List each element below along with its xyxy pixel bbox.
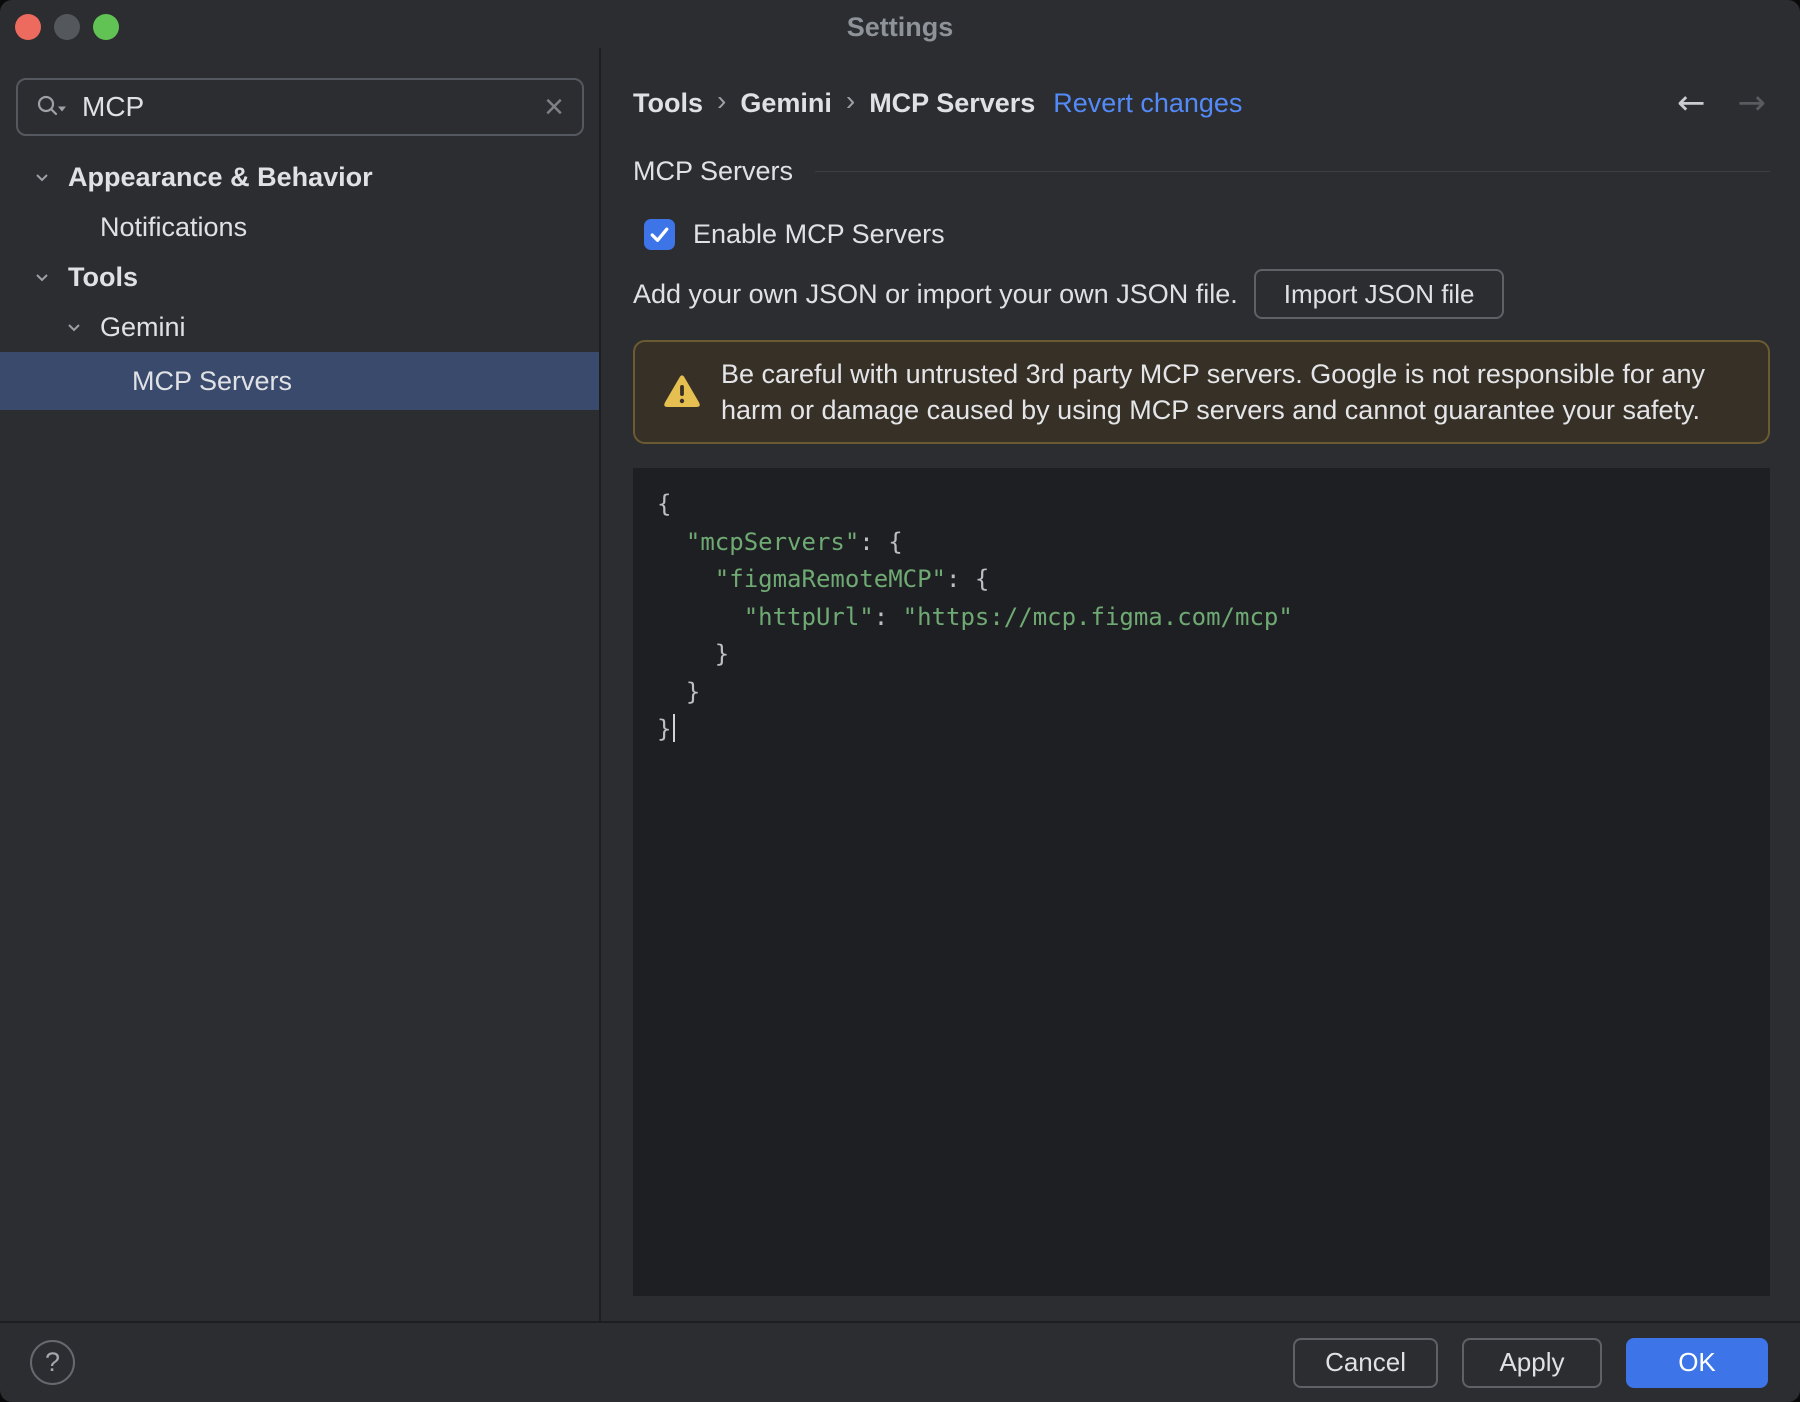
- ok-button[interactable]: OK: [1626, 1337, 1768, 1388]
- dialog-footer: ? Cancel Apply OK: [0, 1321, 1800, 1402]
- section-header: MCP Servers: [633, 156, 1770, 186]
- chevron-down-icon[interactable]: [62, 315, 86, 339]
- json-editor-code[interactable]: { "mcpServers": { "figmaRemoteMCP": { "h…: [657, 486, 1746, 749]
- settings-window: Settings MCP × Appearance & Behavior Not…: [0, 0, 1800, 1402]
- warning-text: Be careful with untrusted 3rd party MCP …: [721, 359, 1705, 425]
- sidebar-item-appearance-behavior[interactable]: Appearance & Behavior: [0, 152, 599, 202]
- search-input[interactable]: MCP ×: [16, 78, 584, 136]
- forward-arrow-icon[interactable]: →: [1738, 86, 1767, 120]
- text-caret: [673, 714, 676, 742]
- breadcrumb-item-mcp-servers: MCP Servers: [869, 87, 1036, 118]
- chevron-down-icon[interactable]: [30, 265, 54, 289]
- breadcrumb-separator-icon: ›: [845, 85, 856, 116]
- json-editor[interactable]: { "mcpServers": { "figmaRemoteMCP": { "h…: [633, 468, 1770, 1296]
- minimize-window-button[interactable]: [54, 14, 80, 40]
- search-icon[interactable]: [36, 94, 68, 120]
- titlebar: Settings: [0, 0, 1800, 48]
- enable-mcp-row: Enable MCP Servers: [633, 217, 1770, 251]
- back-arrow-icon[interactable]: ←: [1677, 86, 1706, 120]
- section-title: MCP Servers: [633, 155, 794, 186]
- settings-tree: Appearance & Behavior Notifications Tool…: [0, 152, 599, 410]
- mcp-servers-panel: Tools › Gemini › MCP Servers Revert chan…: [601, 48, 1800, 1321]
- import-hint-text: Add your own JSON or import your own JSO…: [633, 278, 1238, 309]
- sidebar-item-tools[interactable]: Tools: [0, 252, 599, 302]
- import-json-file-button[interactable]: Import JSON file: [1253, 269, 1505, 319]
- sidebar-item-label: Notifications: [100, 211, 248, 242]
- search-value: MCP: [82, 91, 145, 122]
- breadcrumb-separator-icon: ›: [717, 85, 727, 116]
- cancel-button[interactable]: Cancel: [1293, 1337, 1438, 1388]
- sidebar-item-label: Tools: [68, 261, 138, 292]
- clear-search-icon[interactable]: ×: [544, 90, 564, 124]
- close-window-button[interactable]: [15, 14, 41, 40]
- import-row: Add your own JSON or import your own JSO…: [633, 269, 1770, 319]
- warning-banner: Be careful with untrusted 3rd party MCP …: [633, 340, 1770, 444]
- breadcrumb-item-gemini[interactable]: Gemini: [740, 88, 832, 119]
- sidebar-item-label: Gemini: [100, 311, 186, 342]
- sidebar-item-gemini[interactable]: Gemini: [0, 302, 599, 352]
- sidebar-item-label: MCP Servers: [132, 365, 293, 396]
- apply-button[interactable]: Apply: [1462, 1337, 1602, 1388]
- revert-changes-link[interactable]: Revert changes: [1053, 88, 1242, 119]
- enable-mcp-checkbox[interactable]: [644, 218, 675, 250]
- traffic-lights: [15, 14, 119, 40]
- window-title: Settings: [846, 11, 954, 42]
- warning-icon: [663, 374, 701, 410]
- sidebar-item-label: Appearance & Behavior: [68, 161, 373, 192]
- breadcrumb: Tools › Gemini › MCP Servers Revert chan…: [633, 85, 1770, 120]
- help-icon[interactable]: ?: [30, 1340, 75, 1385]
- section-divider: [815, 170, 1770, 172]
- enable-mcp-label[interactable]: Enable MCP Servers: [693, 219, 945, 250]
- sidebar-item-mcp-servers-selected[interactable]: MCP Servers: [0, 352, 599, 410]
- zoom-window-button[interactable]: [93, 14, 119, 40]
- sidebar-item-notifications[interactable]: Notifications: [0, 202, 599, 252]
- chevron-down-icon[interactable]: [30, 165, 54, 189]
- settings-sidebar: MCP × Appearance & Behavior Notification…: [0, 48, 601, 1321]
- breadcrumb-item-tools[interactable]: Tools: [633, 88, 703, 119]
